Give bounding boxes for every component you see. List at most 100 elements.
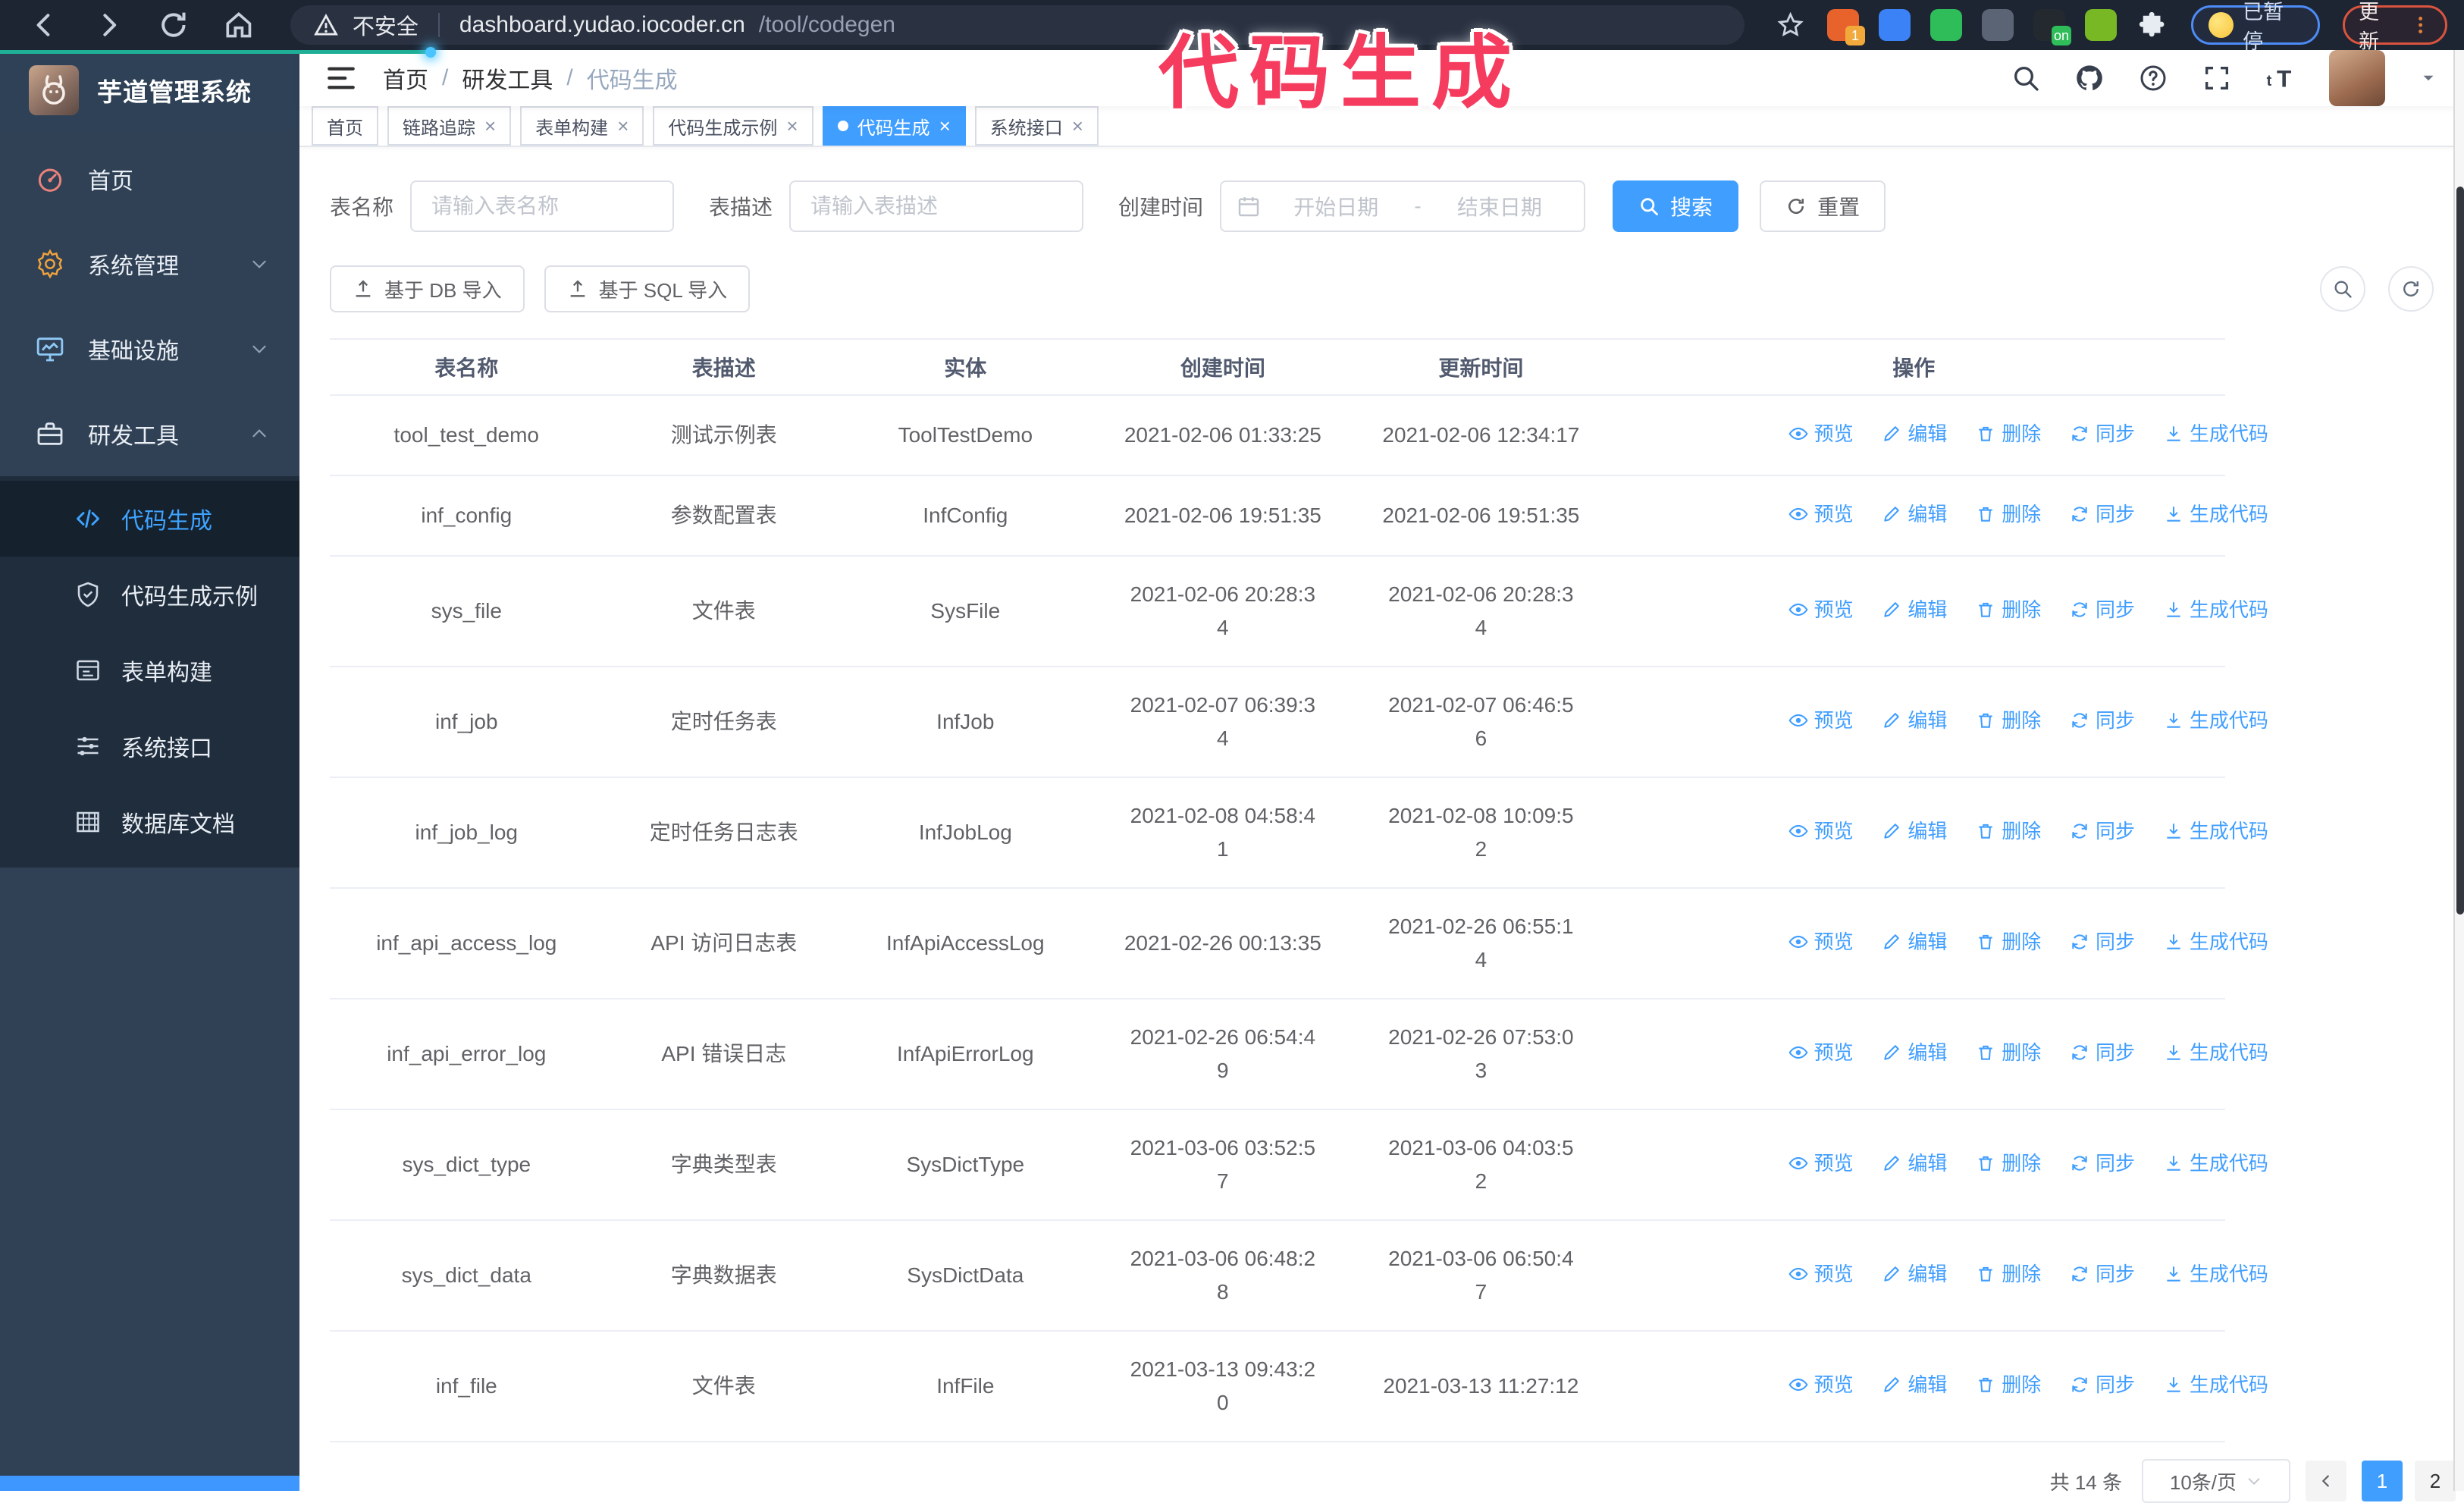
- tab-close-icon[interactable]: ×: [484, 116, 496, 136]
- reset-button[interactable]: 重置: [1760, 180, 1886, 232]
- sidebar-item-1[interactable]: 系统管理: [0, 221, 299, 306]
- page-size-select[interactable]: 10条/页: [2141, 1459, 2290, 1503]
- extension-puzzle-icon[interactable]: [2136, 9, 2168, 41]
- tab-5[interactable]: 系统接口 ×: [974, 106, 1099, 146]
- breadcrumb-dev-tools[interactable]: 研发工具: [462, 61, 553, 95]
- action-download-link[interactable]: 生成代码: [2164, 417, 2268, 450]
- sidebar-item-0[interactable]: 首页: [0, 136, 299, 221]
- prev-page-button[interactable]: [2305, 1461, 2346, 1501]
- sidebar-item-3[interactable]: 研发工具: [0, 391, 299, 476]
- action-eye-link[interactable]: 预览: [1788, 1147, 1854, 1180]
- table-row[interactable]: inf_config 参数配置表 InfConfig 2021-02-06 19…: [330, 475, 2268, 557]
- tampermonkey-paused-pill[interactable]: 已暂停: [2190, 1, 2321, 53]
- home-icon[interactable]: [222, 8, 255, 42]
- import-db-button[interactable]: 基于 DB 导入: [330, 265, 525, 312]
- tab-2[interactable]: 表单构建 ×: [520, 106, 644, 146]
- action-download-link[interactable]: 生成代码: [2164, 925, 2268, 959]
- sidebar-subitem-1[interactable]: 代码生成示例: [0, 557, 299, 632]
- action-sync-link[interactable]: 同步: [2070, 704, 2135, 737]
- back-icon[interactable]: [27, 8, 61, 42]
- action-delete-link[interactable]: 删除: [1976, 1147, 2041, 1180]
- table-row[interactable]: sys_file 文件表 SysFile 2021-02-06 20:28:3 …: [330, 556, 2268, 667]
- tab-4[interactable]: 代码生成 ×: [822, 106, 966, 146]
- action-eye-link[interactable]: 预览: [1788, 497, 1854, 531]
- action-sync-link[interactable]: 同步: [2070, 1036, 2135, 1069]
- search-button[interactable]: 搜索: [1613, 180, 1739, 232]
- action-edit-link[interactable]: 编辑: [1882, 1147, 1947, 1180]
- sidebar-subitem-2[interactable]: 表单构建: [0, 632, 299, 708]
- bookmark-star-icon[interactable]: [1776, 11, 1804, 39]
- table-desc-input[interactable]: [789, 180, 1084, 232]
- action-download-link[interactable]: 生成代码: [2164, 1257, 2268, 1291]
- scrollbar-thumb[interactable]: [2456, 187, 2464, 915]
- help-icon[interactable]: [2138, 63, 2168, 93]
- action-download-link[interactable]: 生成代码: [2164, 814, 2268, 848]
- search-toggle-button[interactable]: [2320, 266, 2365, 312]
- extension-green-check-icon[interactable]: [1930, 9, 1962, 41]
- end-date-placeholder[interactable]: 结束日期: [1431, 191, 1569, 221]
- browser-update-button[interactable]: 更新: [2343, 1, 2448, 53]
- action-eye-link[interactable]: 预览: [1788, 1036, 1854, 1069]
- start-date-placeholder[interactable]: 开始日期: [1267, 191, 1405, 221]
- table-row[interactable]: inf_api_access_log API 访问日志表 InfApiAcces…: [330, 888, 2268, 999]
- fullscreen-icon[interactable]: [2202, 63, 2232, 93]
- tab-close-icon[interactable]: ×: [1072, 116, 1083, 136]
- action-delete-link[interactable]: 删除: [1976, 1257, 2041, 1291]
- action-download-link[interactable]: 生成代码: [2164, 1147, 2268, 1180]
- action-sync-link[interactable]: 同步: [2070, 1147, 2135, 1180]
- caret-down-icon[interactable]: [2419, 68, 2438, 88]
- window-scrollbar[interactable]: [2453, 50, 2464, 1491]
- breadcrumb-home[interactable]: 首页: [383, 61, 428, 95]
- sidebar-subitem-0[interactable]: 代码生成: [0, 481, 299, 557]
- user-avatar[interactable]: [2329, 50, 2385, 106]
- action-download-link[interactable]: 生成代码: [2164, 1036, 2268, 1069]
- table-row[interactable]: inf_api_error_log API 错误日志 InfApiErrorLo…: [330, 999, 2268, 1110]
- github-icon[interactable]: [2074, 63, 2105, 93]
- action-eye-link[interactable]: 预览: [1788, 814, 1854, 848]
- tab-1[interactable]: 链路追踪 ×: [387, 106, 512, 146]
- sidebar-item-2[interactable]: 基础设施: [0, 306, 299, 391]
- table-row[interactable]: tool_test_demo 测试示例表 ToolTestDemo 2021-0…: [330, 395, 2268, 476]
- sidebar-subitem-4[interactable]: 数据库文档: [0, 784, 299, 860]
- action-eye-link[interactable]: 预览: [1788, 1368, 1854, 1401]
- reload-icon[interactable]: [157, 8, 190, 42]
- action-edit-link[interactable]: 编辑: [1882, 593, 1947, 626]
- sidebar-collapse-hamburger-icon[interactable]: [325, 62, 357, 94]
- tab-0[interactable]: 首页: [312, 106, 378, 146]
- action-edit-link[interactable]: 编辑: [1882, 1368, 1947, 1401]
- action-delete-link[interactable]: 删除: [1976, 497, 2041, 531]
- action-eye-link[interactable]: 预览: [1788, 925, 1854, 959]
- action-sync-link[interactable]: 同步: [2070, 497, 2135, 531]
- extension-grid-icon[interactable]: [1981, 9, 2014, 41]
- table-row[interactable]: inf_job_log 定时任务日志表 InfJobLog 2021-02-08…: [330, 777, 2268, 889]
- action-edit-link[interactable]: 编辑: [1882, 497, 1947, 531]
- action-download-link[interactable]: 生成代码: [2164, 497, 2268, 531]
- table-row[interactable]: inf_file 文件表 InfFile 2021-03-13 09:43:2 …: [330, 1331, 2268, 1442]
- action-sync-link[interactable]: 同步: [2070, 593, 2135, 626]
- table-row[interactable]: inf_job 定时任务表 InfJob 2021-02-07 06:39:3 …: [330, 667, 2268, 778]
- action-sync-link[interactable]: 同步: [2070, 814, 2135, 848]
- action-edit-link[interactable]: 编辑: [1882, 1036, 1947, 1069]
- action-delete-link[interactable]: 删除: [1976, 1368, 2041, 1401]
- extension-dark-on-icon[interactable]: on: [2033, 9, 2071, 45]
- address-bar[interactable]: 不安全 dashboard.yudao.iocoder.cn/tool/code…: [290, 5, 1745, 45]
- table-row[interactable]: sys_dict_data 字典数据表 SysDictData 2021-03-…: [330, 1220, 2268, 1332]
- create-time-range-picker[interactable]: 开始日期 - 结束日期: [1220, 180, 1586, 232]
- browser-menu-dots-icon[interactable]: [2409, 14, 2431, 36]
- action-download-link[interactable]: 生成代码: [2164, 593, 2268, 626]
- table-name-input[interactable]: [410, 180, 675, 232]
- url-path[interactable]: /tool/codegen: [759, 12, 895, 38]
- search-icon[interactable]: [2011, 63, 2041, 93]
- action-edit-link[interactable]: 编辑: [1882, 814, 1947, 848]
- action-delete-link[interactable]: 删除: [1976, 814, 2041, 848]
- tab-3[interactable]: 代码生成示例 ×: [653, 106, 813, 146]
- extension-orange-icon[interactable]: 1: [1826, 9, 1865, 45]
- action-sync-link[interactable]: 同步: [2070, 417, 2135, 450]
- action-delete-link[interactable]: 删除: [1976, 417, 2041, 450]
- action-sync-link[interactable]: 同步: [2070, 1368, 2135, 1401]
- forward-icon[interactable]: [92, 8, 126, 42]
- tab-close-icon[interactable]: ×: [617, 116, 629, 136]
- tab-close-icon[interactable]: ×: [939, 116, 951, 136]
- not-secure-warning-icon[interactable]: [313, 12, 339, 38]
- action-delete-link[interactable]: 删除: [1976, 925, 2041, 959]
